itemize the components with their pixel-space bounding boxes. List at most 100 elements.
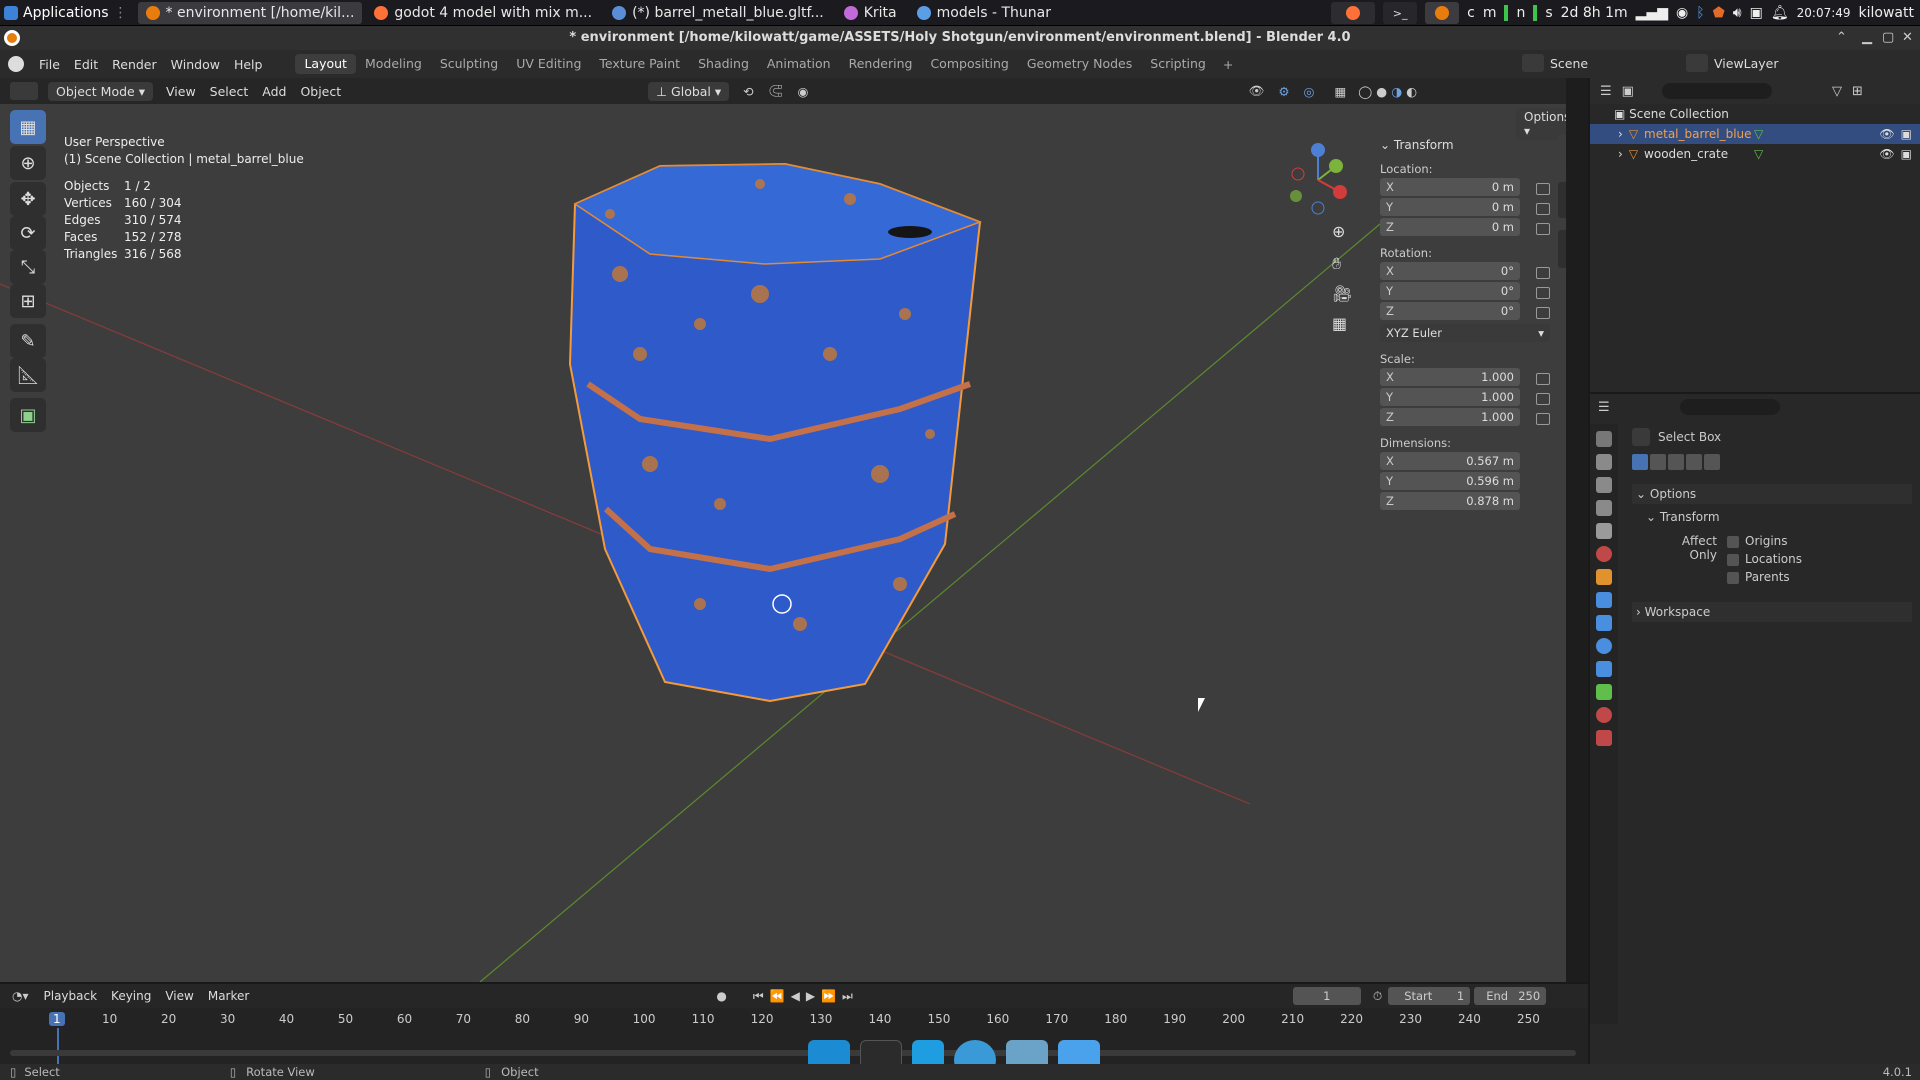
- outliner-editor-icon[interactable]: ☰: [1600, 84, 1612, 99]
- scene-icon[interactable]: [1522, 54, 1544, 72]
- playhead[interactable]: [57, 1028, 59, 1064]
- ortho-grid-icon[interactable]: ▦: [1332, 314, 1347, 333]
- render-tab-icon[interactable]: [1596, 454, 1612, 470]
- location-x-field[interactable]: X 0 m: [1380, 178, 1520, 196]
- workspace-tab-texture-paint[interactable]: Texture Paint: [590, 54, 689, 74]
- outliner-item[interactable]: › ▽ metal_barrel_blue ▽ 👁︎ ▣: [1590, 124, 1920, 144]
- select-box-tool[interactable]: ▦: [10, 110, 46, 144]
- rotation-mode-dropdown[interactable]: XYZ Euler ▾: [1380, 324, 1550, 342]
- blender-launcher-icon[interactable]: [1425, 2, 1460, 24]
- lock-icon[interactable]: [1536, 307, 1550, 319]
- affect-only-locations-checkbox[interactable]: Locations: [1727, 552, 1802, 566]
- workspace-tab-sculpting[interactable]: Sculpting: [431, 54, 507, 74]
- location-y-field[interactable]: Y 0 m: [1380, 198, 1520, 216]
- timeline-menu-marker[interactable]: Marker: [201, 989, 256, 1003]
- workspace-tab-scripting[interactable]: Scripting: [1141, 54, 1215, 74]
- gizmo-toggle-icon[interactable]: ⚙︎: [1278, 84, 1289, 99]
- timeline-menu-playback[interactable]: Playback: [37, 989, 105, 1003]
- output-tab-icon[interactable]: [1596, 477, 1612, 493]
- jump-start-icon[interactable]: ⏮: [753, 989, 764, 1004]
- shield-icon[interactable]: ⬟: [1713, 5, 1725, 21]
- properties-editor-icon[interactable]: ☰: [1598, 400, 1610, 415]
- tab-tool[interactable]: Tool: [1558, 182, 1566, 218]
- viewport-menu-view[interactable]: View: [159, 84, 203, 99]
- checkbox-box[interactable]: [1727, 553, 1739, 566]
- visibility-icon[interactable]: 👁︎: [1248, 83, 1264, 99]
- tab-item[interactable]: Item: [1558, 134, 1566, 170]
- start-frame-field[interactable]: Start 1: [1388, 987, 1471, 1005]
- tab-view[interactable]: View: [1558, 230, 1566, 268]
- workspace-section-header[interactable]: › Workspace: [1632, 602, 1912, 622]
- jump-prev-key-icon[interactable]: ⏪: [770, 989, 785, 1003]
- scale-x-field[interactable]: X 1.000: [1380, 368, 1520, 386]
- affect-only-parents-checkbox[interactable]: Parents: [1727, 570, 1802, 584]
- timeline-menu-keying[interactable]: Keying: [104, 989, 158, 1003]
- bluetooth-icon[interactable]: ᛒ: [1696, 5, 1704, 21]
- menu-render[interactable]: Render: [105, 57, 164, 72]
- workspace-tab-compositing[interactable]: Compositing: [921, 54, 1017, 74]
- taskbar-task[interactable]: models - Thunar: [909, 2, 1059, 24]
- render-camera-icon[interactable]: ▣: [1901, 127, 1912, 141]
- dimensions-y-field[interactable]: Y 0.596 m: [1380, 472, 1520, 490]
- scene-tab-icon[interactable]: [1596, 523, 1612, 539]
- timeline-scrollbar[interactable]: [10, 1050, 1576, 1056]
- transform-subsection-header[interactable]: ⌄ Transform: [1632, 510, 1912, 524]
- scale-tool[interactable]: ⤡: [10, 250, 46, 284]
- lock-icon[interactable]: [1536, 223, 1550, 235]
- add-workspace-icon[interactable]: +: [1223, 57, 1233, 72]
- scale-y-field[interactable]: Y 1.000: [1380, 388, 1520, 406]
- 3d-viewport[interactable]: ▦ ⊕ ✥ ⟳ ⤡ ⊞ ✎ 📐︎ ▣ User Perspective (1) …: [0, 104, 1566, 982]
- play-reverse-icon[interactable]: ◀: [791, 989, 800, 1003]
- properties-search-field[interactable]: [1679, 399, 1780, 415]
- lock-icon[interactable]: [1536, 413, 1550, 425]
- lock-icon[interactable]: [1536, 393, 1550, 405]
- shading-solid-icon[interactable]: ●: [1376, 84, 1387, 99]
- world-tab-icon[interactable]: [1596, 546, 1612, 562]
- scene-name[interactable]: Scene: [1550, 56, 1650, 71]
- shading-material-icon[interactable]: ◑: [1391, 84, 1402, 99]
- cursor-tool[interactable]: ⊕: [10, 146, 46, 180]
- transform-panel-header[interactable]: ⌄ Transform: [1380, 138, 1550, 152]
- orientation-dropdown[interactable]: ⊥ Global ▾: [648, 81, 730, 101]
- volume-icon[interactable]: 🔊︎: [1733, 5, 1742, 21]
- expand-arrow-icon[interactable]: ›: [1618, 127, 1623, 141]
- snap-icon[interactable]: 🧲︎: [768, 83, 784, 99]
- jump-next-key-icon[interactable]: ⏩: [821, 989, 836, 1003]
- menu-edit[interactable]: Edit: [67, 57, 105, 72]
- scale-z-field[interactable]: Z 1.000: [1380, 408, 1520, 426]
- object-tab-icon[interactable]: [1596, 569, 1612, 585]
- pivot-icon[interactable]: ⟲: [743, 84, 753, 99]
- particles-tab-icon[interactable]: [1596, 615, 1612, 631]
- steam-icon[interactable]: ◉: [1676, 5, 1688, 21]
- lock-icon[interactable]: [1536, 267, 1550, 279]
- overlay-toggle-icon[interactable]: ◎: [1304, 84, 1315, 99]
- viewport-menu-object[interactable]: Object: [293, 84, 348, 99]
- rotation-x-field[interactable]: X 0°: [1380, 262, 1520, 280]
- xray-icon[interactable]: ▦: [1334, 84, 1346, 99]
- end-frame-field[interactable]: End 250: [1474, 987, 1547, 1005]
- physics-tab-icon[interactable]: [1596, 638, 1612, 654]
- timeline-menu-view[interactable]: View: [158, 989, 200, 1003]
- taskbar-task[interactable]: godot 4 model with mix m...: [366, 2, 600, 24]
- lock-icon[interactable]: [1536, 287, 1550, 299]
- camera-icon[interactable]: 🎥︎: [1332, 284, 1352, 303]
- workspace-tab-modeling[interactable]: Modeling: [356, 54, 431, 74]
- terminal-launcher-icon[interactable]: >_: [1383, 2, 1418, 24]
- filter-icon[interactable]: ▽: [1832, 84, 1842, 99]
- workspace-tab-geometry-nodes[interactable]: Geometry Nodes: [1018, 54, 1141, 74]
- menu-help[interactable]: Help: [227, 57, 270, 72]
- jump-end-icon[interactable]: ⏭: [842, 989, 853, 1004]
- view-layer-tab-icon[interactable]: [1596, 500, 1612, 516]
- timeline-editor-icon[interactable]: ◔▾: [12, 989, 29, 1003]
- modifier-tab-icon[interactable]: [1596, 592, 1612, 608]
- material-tab-icon[interactable]: [1596, 707, 1612, 723]
- bell-icon[interactable]: 🔔︎: [1771, 5, 1789, 21]
- dimensions-z-field[interactable]: Z 0.878 m: [1380, 492, 1520, 510]
- workspace-tab-animation[interactable]: Animation: [758, 54, 840, 74]
- clock[interactable]: 20:07:49: [1797, 6, 1851, 20]
- current-frame-field[interactable]: 1: [1292, 987, 1361, 1005]
- user-name[interactable]: kilowatt: [1859, 5, 1914, 21]
- selection-mode-buttons[interactable]: [1632, 454, 1912, 470]
- new-collection-icon[interactable]: ⊞: [1852, 84, 1863, 99]
- window-maximize-icon[interactable]: ▢: [1882, 26, 1894, 50]
